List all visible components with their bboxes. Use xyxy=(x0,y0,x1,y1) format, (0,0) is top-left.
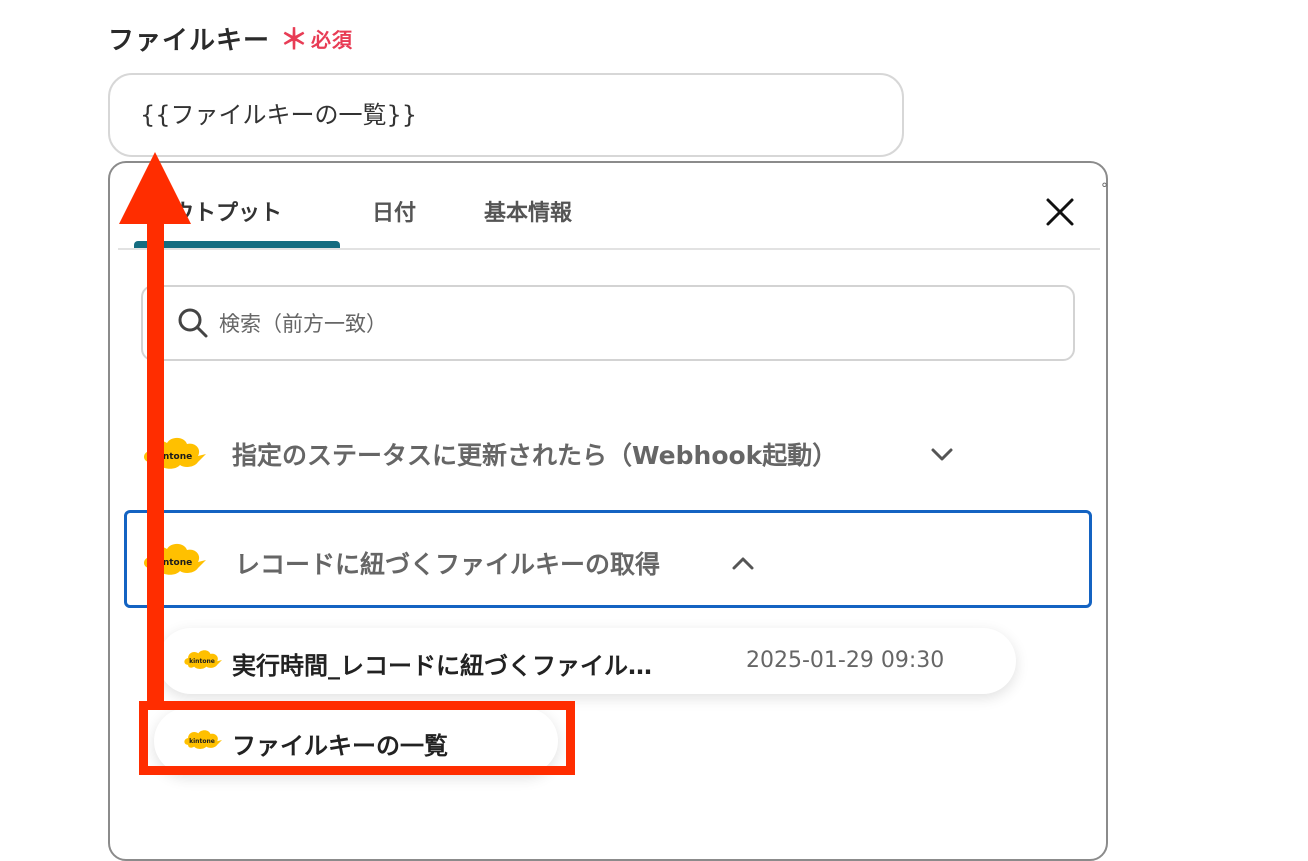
output-item-execution-time[interactable]: kintone 実行時間_レコードに紐づくファイル… 2025-01-29 09… xyxy=(158,628,1016,694)
svg-text:kintone: kintone xyxy=(154,452,192,462)
field-label-text: ファイルキー xyxy=(108,25,271,56)
required-asterisk: ＊ xyxy=(280,23,310,56)
search-input[interactable]: 検索（前方一致） xyxy=(141,285,1075,361)
file-key-input[interactable]: {{ファイルキーの一覧}} xyxy=(108,73,904,157)
tab-divider xyxy=(118,248,1100,250)
tab-date[interactable]: 日付 xyxy=(372,195,416,227)
kintone-logo: kintone xyxy=(140,538,206,582)
close-icon xyxy=(1046,198,1074,226)
group-title: レコードに紐づくファイルキーの取得 xyxy=(235,550,661,579)
output-group-file-keys[interactable]: kintone レコードに紐づくファイルキーの取得 xyxy=(124,510,1092,608)
chevron-down-icon[interactable] xyxy=(928,444,956,464)
kintone-logo: kintone xyxy=(140,432,206,476)
annotation-highlight-box xyxy=(139,701,575,775)
tab-basic-info[interactable]: 基本情報 xyxy=(484,195,572,227)
svg-text:kintone: kintone xyxy=(189,658,215,665)
search-placeholder: 検索（前方一致） xyxy=(219,312,387,336)
required-text: 必須 xyxy=(311,27,354,52)
chevron-up-icon[interactable] xyxy=(729,553,757,573)
close-button[interactable] xyxy=(1040,192,1080,232)
output-value: 2025-01-29 09:30 xyxy=(746,648,945,673)
dot-icon: ° xyxy=(1101,181,1108,197)
output-name: 実行時間_レコードに紐づくファイル… xyxy=(232,652,652,680)
svg-text:kintone: kintone xyxy=(154,558,192,568)
search-icon xyxy=(178,308,208,338)
group-title: 指定のステータスに更新されたら（Webhook起動） xyxy=(232,441,838,470)
tab-output[interactable]: アウトプット xyxy=(150,195,282,227)
field-label: ファイルキー ＊ 必須 xyxy=(108,18,353,58)
kintone-logo: kintone xyxy=(182,646,222,674)
output-group-webhook[interactable]: kintone 指定のステータスに更新されたら（Webhook起動） xyxy=(124,404,1092,502)
